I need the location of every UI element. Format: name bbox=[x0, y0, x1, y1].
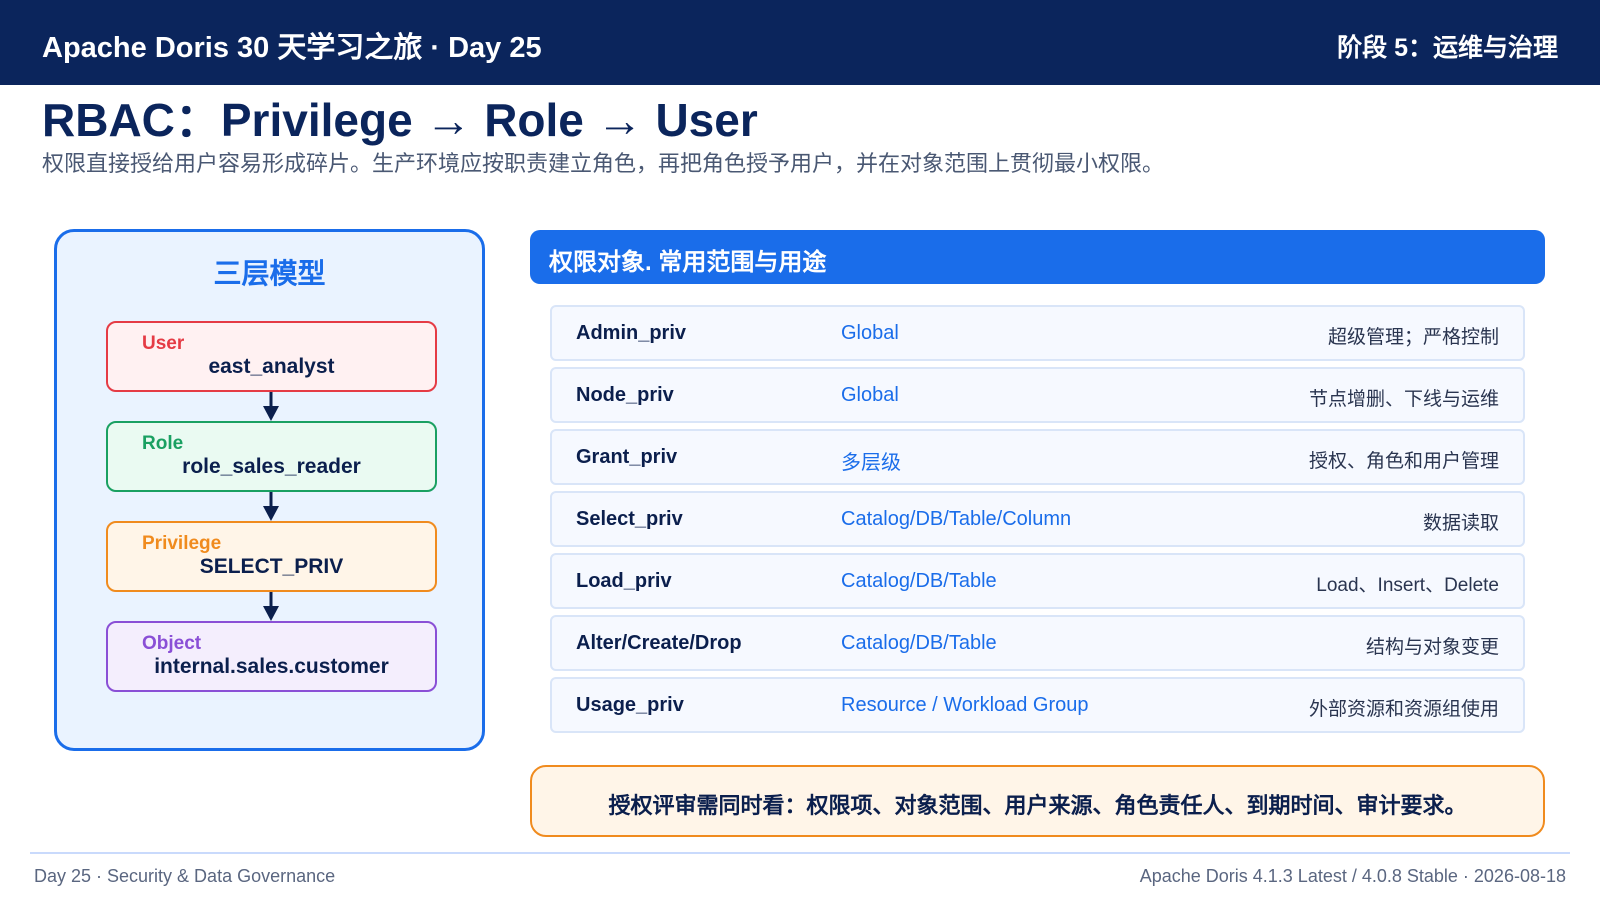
privilege-name: Alter/Create/Drop bbox=[576, 632, 742, 654]
privilege-scope: Catalog/DB/Table/Column bbox=[841, 508, 1072, 530]
privilege-name: Select_priv bbox=[576, 508, 683, 530]
role-node-value: role_sales_reader bbox=[182, 455, 361, 478]
privileges-table-header: 权限对象. 常用范围与用途 bbox=[530, 230, 1545, 284]
footer-right-label: Apache Doris 4.1.3 Latest / 4.0.8 Stable… bbox=[1139, 866, 1566, 886]
privilege-name: Admin_priv bbox=[576, 322, 687, 344]
privilege-usage: 结构与对象变更 bbox=[1365, 637, 1499, 658]
privileges-table-title: 权限对象. 常用范围与用途 bbox=[549, 249, 827, 276]
user-node: User east_analyst bbox=[106, 321, 437, 392]
privilege-name: Grant_priv bbox=[576, 446, 678, 468]
role-node: Role role_sales_reader bbox=[106, 421, 437, 492]
review-note-callout: 授权评审需同时看：权限项、对象范围、用户来源、角色责任人、到期时间、审计要求。 bbox=[530, 765, 1545, 837]
privilege-node-value: SELECT_PRIV bbox=[199, 555, 344, 578]
page-title: RBAC：Privilege → Role → User bbox=[42, 94, 758, 146]
three-layer-model-panel: 三层模型 User east_analyst Role role_sales_r… bbox=[54, 229, 485, 751]
table-row: Node_priv Global 节点增删、下线与运维 bbox=[550, 367, 1525, 423]
table-row: Alter/Create/Drop Catalog/DB/Table 结构与对象… bbox=[550, 615, 1525, 671]
privilege-name: Load_priv bbox=[576, 570, 672, 592]
arrow-down-icon bbox=[263, 492, 279, 521]
object-node-value: internal.sales.customer bbox=[154, 655, 389, 678]
top-header-bar: Apache Doris 30 天学习之旅 · Day 25 阶段 5：运维与治… bbox=[0, 0, 1600, 85]
review-note-text: 授权评审需同时看：权限项、对象范围、用户来源、角色责任人、到期时间、审计要求。 bbox=[608, 793, 1467, 818]
privilege-scope: Catalog/DB/Table bbox=[841, 632, 997, 654]
arrow-down-icon bbox=[263, 592, 279, 621]
privilege-scope: Global bbox=[841, 384, 899, 406]
page-subtitle: 权限直接授给用户容易形成碎片。生产环境应按职责建立角色，再把角色授予用户，并在对… bbox=[42, 151, 1165, 176]
privilege-name: Usage_priv bbox=[576, 694, 684, 716]
object-node-kind: Object bbox=[142, 633, 202, 654]
model-title: 三层模型 bbox=[213, 258, 326, 289]
privilege-usage: 外部资源和资源组使用 bbox=[1308, 699, 1499, 720]
privilege-usage: Load、Insert、Delete bbox=[1316, 575, 1499, 596]
footer-left-label: Day 25 · Security & Data Governance bbox=[34, 866, 336, 886]
stage-label: 阶段 5：运维与治理 bbox=[1337, 34, 1558, 62]
privilege-scope: Resource / Workload Group bbox=[841, 694, 1089, 716]
table-row: Admin_priv Global 超级管理；严格控制 bbox=[550, 305, 1525, 361]
privilege-usage: 数据读取 bbox=[1422, 513, 1499, 534]
privilege-usage: 节点增删、下线与运维 bbox=[1308, 389, 1499, 410]
privilege-usage: 授权、角色和用户管理 bbox=[1308, 451, 1499, 472]
privilege-scope: 多层级 bbox=[841, 452, 901, 474]
user-node-value: east_analyst bbox=[208, 355, 335, 378]
table-row: Select_priv Catalog/DB/Table/Column 数据读取 bbox=[550, 491, 1525, 547]
privilege-name: Node_priv bbox=[576, 384, 674, 406]
arrow-down-icon bbox=[263, 392, 279, 421]
role-node-kind: Role bbox=[142, 433, 184, 454]
user-node-kind: User bbox=[142, 333, 185, 354]
privilege-usage: 超级管理；严格控制 bbox=[1327, 327, 1499, 348]
course-title: Apache Doris 30 天学习之旅 · Day 25 bbox=[42, 32, 542, 64]
table-row: Usage_priv Resource / Workload Group 外部资… bbox=[550, 677, 1525, 733]
table-row: Grant_priv 多层级 授权、角色和用户管理 bbox=[550, 429, 1525, 485]
object-node: Object internal.sales.customer bbox=[106, 621, 437, 692]
privilege-scope: Global bbox=[841, 322, 899, 344]
footer-divider bbox=[30, 852, 1570, 854]
privilege-scope: Catalog/DB/Table bbox=[841, 570, 997, 592]
table-row: Load_priv Catalog/DB/Table Load、Insert、D… bbox=[550, 553, 1525, 609]
privilege-node-kind: Privilege bbox=[142, 533, 222, 554]
privilege-node: Privilege SELECT_PRIV bbox=[106, 521, 437, 592]
